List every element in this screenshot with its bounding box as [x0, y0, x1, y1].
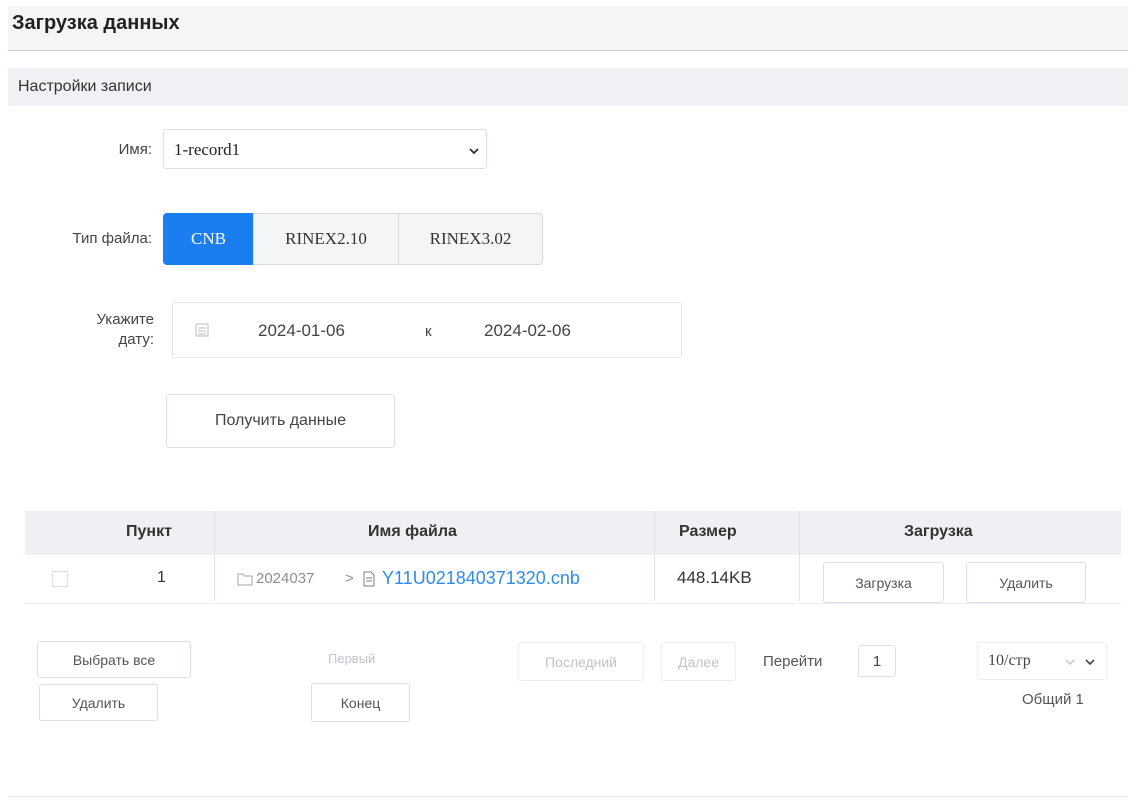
column-header-size: Размер — [679, 523, 737, 540]
column-divider — [214, 511, 215, 601]
folder-icon — [237, 573, 253, 586]
path-separator: > — [345, 570, 354, 587]
delete-selected-button[interactable]: Удалить — [39, 684, 158, 721]
get-data-button[interactable]: Получить данные — [166, 394, 395, 448]
date-label-line1: Укажите — [96, 311, 154, 328]
date-label: Укажите дату: — [60, 310, 154, 350]
chevron-down-icon — [1065, 659, 1075, 665]
page-title: Загрузка данных — [12, 12, 180, 34]
date-separator: к — [425, 323, 432, 340]
date-label-line2: дату: — [118, 331, 154, 348]
chevron-down-icon — [1085, 659, 1095, 666]
chevron-down-icon — [469, 148, 479, 155]
name-label: Имя: — [118, 141, 152, 158]
row-item-number: 1 — [157, 569, 166, 586]
row-checkbox[interactable] — [52, 571, 68, 587]
total-count: Общий 1 — [1022, 691, 1084, 708]
file-type-cnb[interactable]: CNB — [163, 213, 254, 265]
record-name-select[interactable]: 1-record1 — [163, 129, 487, 169]
calendar-icon — [195, 323, 209, 337]
date-range-picker[interactable]: 2024-01-06 к 2024-02-06 — [172, 302, 682, 358]
first-page-button[interactable]: Первый — [328, 651, 375, 666]
last-page-button[interactable]: Последний — [518, 642, 644, 681]
column-divider — [799, 511, 800, 601]
main-area — [8, 106, 1128, 797]
column-header-filename: Имя файла — [368, 523, 457, 540]
column-header-item: Пункт — [126, 523, 172, 540]
download-button[interactable]: Загрузка — [823, 562, 944, 603]
date-from[interactable]: 2024-01-06 — [258, 321, 345, 341]
select-all-button[interactable]: Выбрать все — [37, 641, 191, 678]
file-type-label: Тип файла: — [72, 230, 153, 247]
section-bar — [8, 68, 1128, 106]
next-page-button[interactable]: Далее — [661, 642, 736, 681]
row-filename-link[interactable]: Y11U021840371320.cnb — [382, 568, 580, 589]
column-divider — [654, 511, 655, 601]
date-to[interactable]: 2024-02-06 — [484, 321, 571, 341]
goto-label: Перейти — [763, 653, 823, 670]
goto-page-input[interactable]: 1 — [858, 645, 896, 677]
page-size-value: 10/стр — [988, 652, 1031, 669]
file-type-rinex302[interactable]: RINEX3.02 — [398, 213, 543, 265]
section-title: Настройки записи — [18, 78, 152, 95]
row-size: 448.14KB — [677, 568, 752, 587]
delete-row-button[interactable]: Удалить — [966, 562, 1086, 603]
file-type-rinex210[interactable]: RINEX2.10 — [253, 213, 399, 265]
row-folder[interactable]: 2024037 — [256, 570, 314, 587]
record-name-value: 1-record1 — [174, 140, 241, 159]
file-icon — [363, 571, 375, 587]
end-page-button[interactable]: Конец — [311, 683, 410, 722]
page-size-select[interactable]: 10/стр — [977, 642, 1107, 680]
column-header-download: Загрузка — [904, 523, 973, 540]
